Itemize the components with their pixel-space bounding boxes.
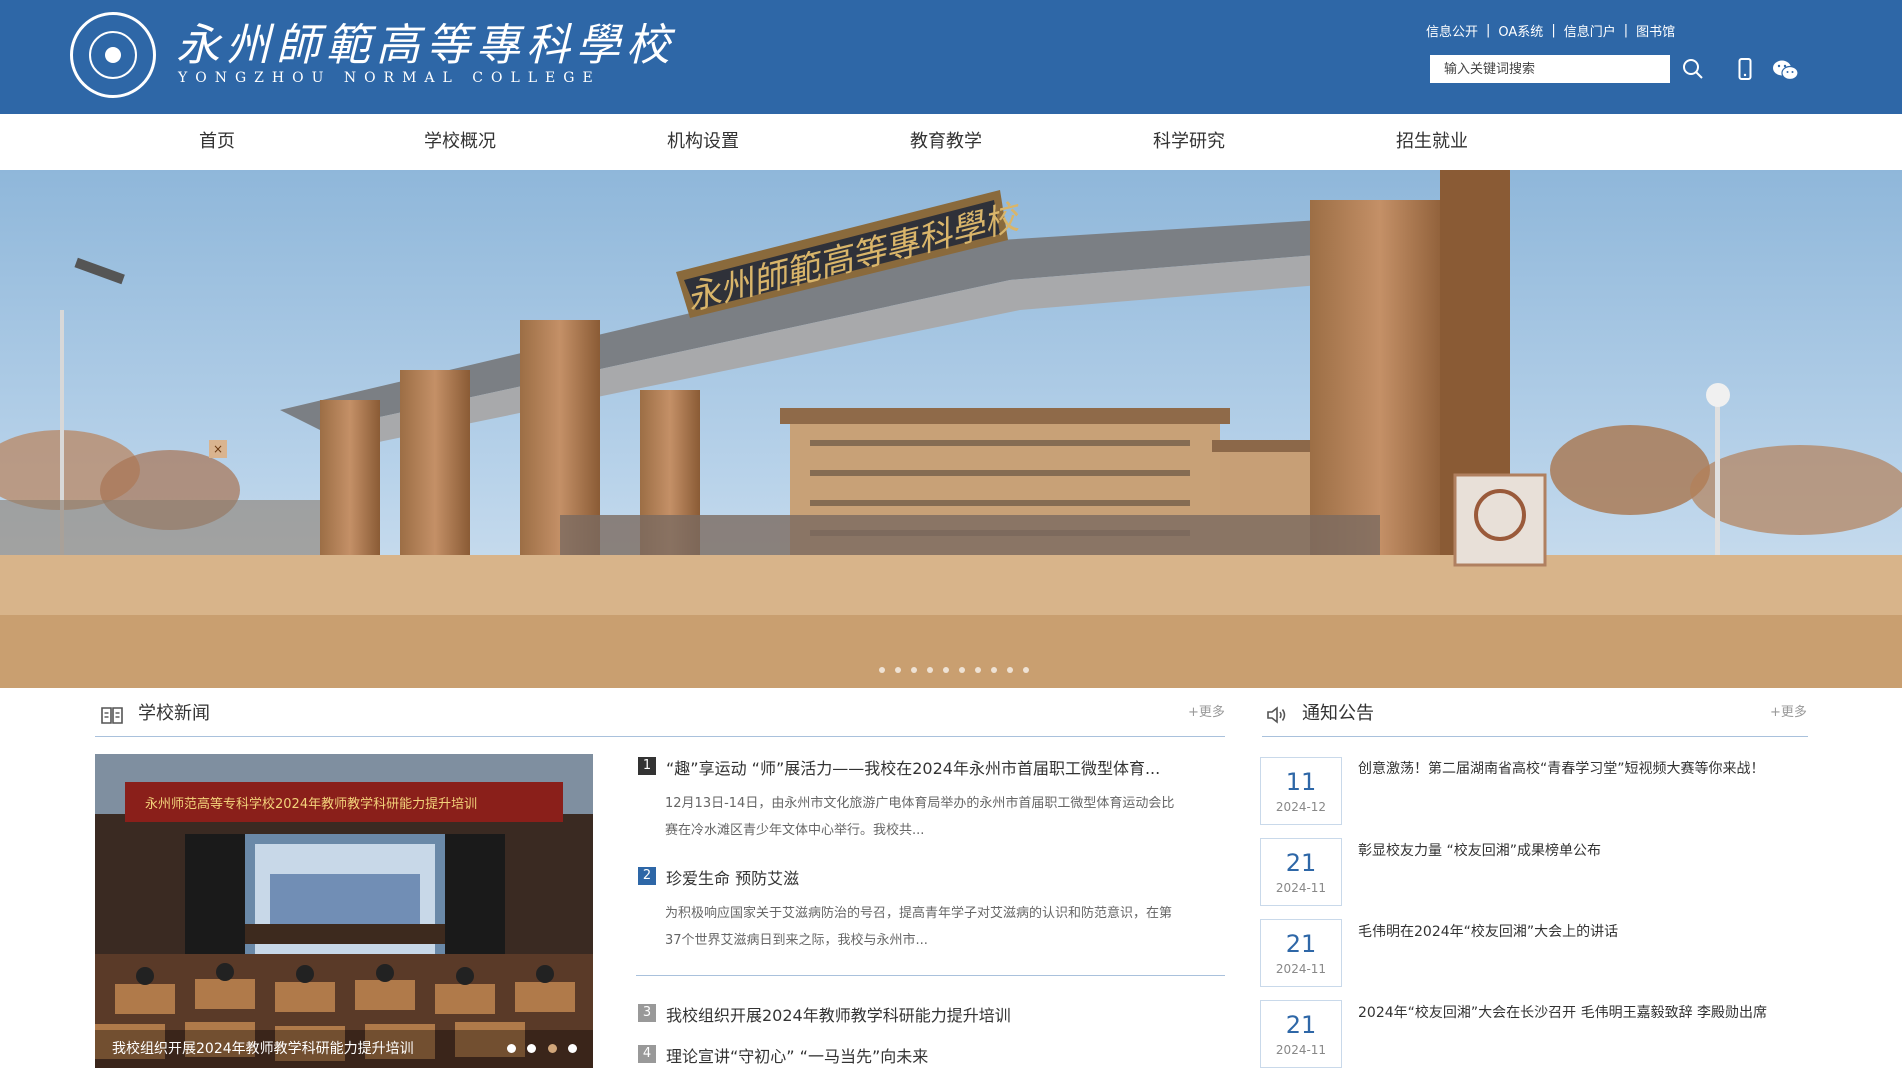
- site-header: 永州師範高等專科學校 YONGZHOU NORMAL COLLEGE 信息公开 …: [0, 0, 1902, 114]
- notices-more-link[interactable]: +更多: [1770, 703, 1807, 723]
- campus-gate-photo: 永州師範高等專科學校: [0, 170, 1902, 688]
- notice-date: 11 2024-12: [1260, 757, 1342, 825]
- top-link-info-disclosure[interactable]: 信息公开: [1426, 21, 1478, 40]
- news-item-title[interactable]: 珍爱生命 预防艾滋: [666, 865, 799, 889]
- notice-item-title[interactable]: 2024年“校友回湘”大会在长沙召开 毛伟明王嘉毅致辞 李殿勋出席: [1358, 1000, 1798, 1026]
- carousel-dot[interactable]: [527, 1044, 536, 1053]
- news-rank-badge: 4: [638, 1045, 656, 1063]
- notice-date: 21 2024-11: [1260, 838, 1342, 906]
- nav-item-admissions[interactable]: 招生就业: [1396, 114, 1468, 170]
- notice-date: 21 2024-11: [1260, 919, 1342, 987]
- top-link-separator: |: [1623, 22, 1629, 38]
- main-navigation: 首页 学校概况 机构设置 教育教学 科学研究 招生就业: [0, 114, 1902, 170]
- school-news-heading: 学校新闻: [138, 703, 210, 724]
- notice-day: 11: [1285, 768, 1317, 796]
- nav-item-teaching[interactable]: 教育教学: [910, 114, 982, 170]
- notice-day: 21: [1285, 1011, 1317, 1039]
- carousel-dot[interactable]: [507, 1044, 516, 1053]
- nav-item-home[interactable]: 首页: [199, 114, 235, 170]
- news-more-link[interactable]: +更多: [1188, 703, 1225, 723]
- top-link-library[interactable]: 图书馆: [1636, 21, 1675, 40]
- speaker-icon: [1267, 706, 1286, 724]
- college-logo[interactable]: [70, 12, 156, 98]
- search-input[interactable]: [1430, 55, 1670, 83]
- notice-year-month: 2024-11: [1275, 1043, 1327, 1057]
- news-item-title[interactable]: 理论宣讲“守初心” “一马当先”向未来: [666, 1043, 928, 1067]
- notices-divider: [1262, 736, 1808, 737]
- college-name-chinese: 永州師範高等專科學校: [176, 20, 676, 71]
- notice-day: 21: [1285, 849, 1317, 877]
- mobile-phone-icon[interactable]: [1738, 58, 1752, 80]
- news-rank-badge: 1: [638, 757, 656, 775]
- news-divider: [95, 736, 1225, 737]
- news-rank-badge: 3: [638, 1004, 656, 1022]
- top-link-separator: |: [1486, 22, 1491, 38]
- training-session-photo: 永州师范高等专科学校2024年教师教学科研能力提升培训: [95, 754, 593, 1068]
- news-list-divider: [636, 975, 1225, 976]
- nav-item-about[interactable]: 学校概况: [424, 114, 496, 170]
- photo-banner-text: 永州师范高等专科学校2024年教师教学科研能力提升培训: [145, 796, 477, 812]
- notice-year-month: 2024-11: [1275, 962, 1327, 976]
- notice-year-month: 2024-12: [1275, 800, 1327, 814]
- notice-item-title[interactable]: 彰显校友力量 “校友回湘”成果榜单公布: [1358, 838, 1798, 864]
- notices-heading: 通知公告: [1302, 703, 1374, 724]
- news-rank-badge: 2: [638, 867, 656, 885]
- news-carousel[interactable]: 永州师范高等专科学校2024年教师教学科研能力提升培训: [95, 754, 593, 1068]
- news-item-title[interactable]: “趣”享运动 “师”展活力——我校在2024年永州市首届职工微型体育...: [666, 755, 1160, 779]
- carousel-dot-active[interactable]: [548, 1044, 557, 1053]
- search-icon[interactable]: [1680, 56, 1706, 82]
- news-item-summary: 为积极响应国家关于艾滋病防治的号召，提高青年学子对艾滋病的认识和防范意识，在第3…: [665, 906, 1173, 948]
- book-icon: [101, 707, 123, 724]
- notice-year-month: 2024-11: [1275, 881, 1327, 895]
- carousel-dot[interactable]: [568, 1044, 577, 1053]
- top-link-oa-system[interactable]: OA系统: [1498, 21, 1543, 40]
- wechat-icon[interactable]: [1772, 59, 1800, 81]
- notice-item-title[interactable]: 创意激荡！第二届湖南省高校“青春学习堂”短视频大赛等你来战！: [1358, 756, 1798, 782]
- news-item-title[interactable]: 我校组织开展2024年教师教学科研能力提升培训: [666, 1002, 1011, 1026]
- top-links: 信息公开 | OA系统 | 信息门户 | 图书馆: [1426, 20, 1675, 40]
- notice-day: 21: [1285, 930, 1317, 958]
- college-name-english: YONGZHOU NORMAL COLLEGE: [178, 70, 601, 86]
- news-carousel-caption[interactable]: 我校组织开展2024年教师教学科研能力提升培训: [112, 1038, 414, 1058]
- banner-close-button[interactable]: ×: [209, 440, 227, 458]
- notice-item-title[interactable]: 毛伟明在2024年“校友回湘”大会上的讲话: [1358, 919, 1798, 945]
- nav-item-departments[interactable]: 机构设置: [667, 114, 739, 170]
- top-link-info-portal[interactable]: 信息门户: [1564, 21, 1616, 40]
- news-item-summary: 12月13日-14日，由永州市文化旅游广电体育局举办的永州市首届职工微型体育运动…: [665, 796, 1175, 838]
- hero-banner[interactable]: 永州師範高等專科學校 ×: [0, 170, 1902, 688]
- nav-item-research[interactable]: 科学研究: [1153, 114, 1225, 170]
- notice-date: 21 2024-11: [1260, 1000, 1342, 1068]
- top-link-separator: |: [1551, 22, 1556, 38]
